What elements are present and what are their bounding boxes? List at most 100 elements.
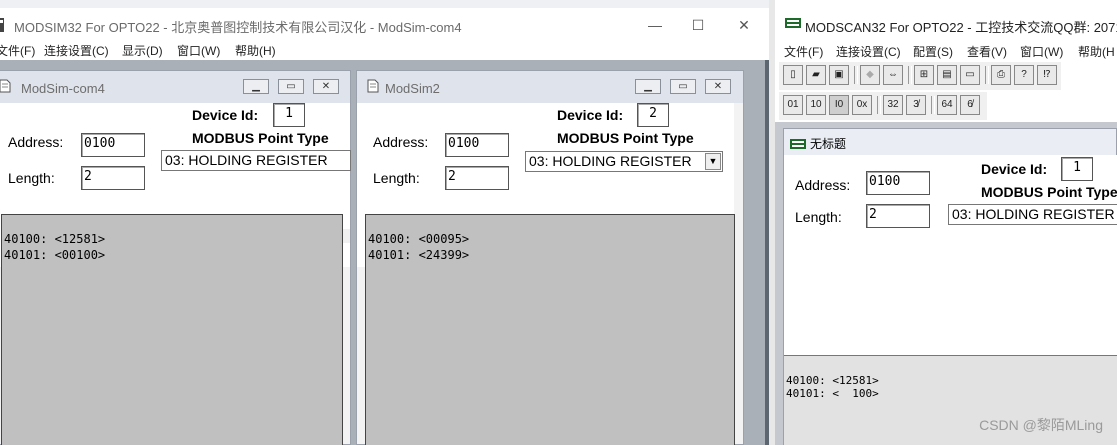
decimal-format-icon[interactable]: 10 bbox=[806, 95, 826, 115]
toolbar-separator bbox=[931, 96, 935, 114]
menu-file[interactable]: 文件(F) bbox=[0, 42, 35, 59]
title-bar[interactable]: MODSCAN32 For OPTO22 - 工控技术交流QQ群: 2071 bbox=[775, 12, 1117, 40]
window-icon[interactable]: ▭ bbox=[960, 65, 980, 85]
toolbar-main: ▯ ▰ ▣ ◆ ⇔ ⊞ ▤ ▭ ⎙ ? bbox=[779, 62, 1037, 90]
child-window-modsim-com4: ModSim-com4 ▁ ▭ ✕ Device Id: 1 MODBUS Po… bbox=[0, 70, 351, 445]
register-value[interactable]: 40101: < 100> bbox=[786, 387, 879, 400]
register-display[interactable]: 40100: <12581> 40101: <00100> bbox=[1, 214, 343, 445]
point-type-select[interactable]: 03: HOLDING REGISTER bbox=[161, 150, 351, 171]
toolbar-separator bbox=[908, 66, 912, 84]
document-icon bbox=[0, 79, 11, 93]
register-display[interactable]: 40100: <00095> 40101: <24399> bbox=[365, 214, 735, 445]
point-type-label: MODBUS Point Type bbox=[981, 184, 1117, 200]
modsim-main-window: MODSIM32 For OPTO22 - 北京奥普图控制技术有限公司汉化 - … bbox=[0, 0, 769, 445]
minimize-button[interactable]: — bbox=[641, 14, 669, 36]
toolbar-separator bbox=[877, 96, 881, 114]
length-field[interactable]: 2 bbox=[866, 204, 930, 228]
length-label: Length: bbox=[373, 170, 420, 186]
length-label: Length: bbox=[795, 209, 842, 225]
dropdown-arrow-icon[interactable]: ▼ bbox=[705, 153, 721, 170]
device-id-label: Device Id: bbox=[981, 161, 1048, 177]
toolbar-separator bbox=[985, 66, 989, 84]
menu-window[interactable]: 窗口(W) bbox=[177, 42, 220, 59]
toolbar-strip bbox=[0, 0, 769, 8]
window-title: MODSIM32 For OPTO22 - 北京奥普图控制技术有限公司汉化 - … bbox=[14, 20, 462, 35]
menu-help[interactable]: 帮助(H bbox=[1078, 43, 1115, 60]
device-id-field[interactable]: 1 bbox=[273, 103, 305, 127]
menu-config[interactable]: 配置(S) bbox=[913, 43, 953, 60]
child-maximize-button[interactable]: ▭ bbox=[278, 79, 304, 94]
point-type-select[interactable]: 03: HOLDING REGISTER ▼ bbox=[525, 151, 723, 172]
maximize-button[interactable]: ☐ bbox=[684, 14, 712, 36]
config-panel: Device Id: 1 MODBUS Point Type Address: … bbox=[784, 155, 1117, 355]
register-value[interactable]: 40101: <24399> bbox=[368, 247, 469, 263]
binary-format-icon[interactable]: 01 bbox=[783, 95, 803, 115]
address-label: Address: bbox=[373, 134, 429, 150]
register-value[interactable]: 40100: <00095> bbox=[368, 231, 469, 247]
child-title: ModSim2 bbox=[385, 81, 440, 96]
address-field[interactable]: 0100 bbox=[81, 133, 145, 157]
connect-icon[interactable]: ◆ bbox=[860, 65, 880, 85]
length-field[interactable]: 2 bbox=[445, 166, 509, 190]
float32-swap-format-icon[interactable]: 3̸ bbox=[906, 95, 926, 115]
menu-help[interactable]: 帮助(H) bbox=[235, 42, 276, 59]
child-title: ModSim-com4 bbox=[21, 81, 105, 96]
float64-format-icon[interactable]: 64 bbox=[937, 95, 957, 115]
child-maximize-button[interactable]: ▭ bbox=[670, 79, 696, 94]
print-icon[interactable]: ⎙ bbox=[991, 65, 1011, 85]
watermark: CSDN @黎陌MLing bbox=[979, 417, 1103, 433]
hex-format-icon[interactable]: 0x bbox=[852, 95, 872, 115]
context-help-icon[interactable]: ⁉ bbox=[1037, 65, 1057, 85]
register-value[interactable]: 40100: <12581> bbox=[4, 231, 105, 247]
menu-bar: 文件(F) 连接设置(C) 显示(D) 窗口(W) 帮助(H) bbox=[0, 40, 769, 60]
display-icon[interactable]: ▤ bbox=[937, 65, 957, 85]
toolbar-context-help: ⁉ bbox=[1035, 62, 1061, 90]
menu-file[interactable]: 文件(F) bbox=[784, 43, 823, 60]
address-field[interactable]: 0100 bbox=[445, 133, 509, 157]
length-label: Length: bbox=[8, 170, 55, 186]
child-close-button[interactable]: ✕ bbox=[313, 79, 339, 94]
disconnect-icon[interactable]: ⇔ bbox=[883, 65, 903, 85]
menu-display[interactable]: 显示(D) bbox=[122, 42, 163, 59]
address-field[interactable]: 0100 bbox=[866, 171, 930, 195]
integer-format-icon[interactable]: I0 bbox=[829, 95, 849, 115]
menu-connection[interactable]: 连接设置(C) bbox=[836, 43, 901, 60]
menu-view[interactable]: 查看(V) bbox=[967, 43, 1007, 60]
app-icon bbox=[0, 18, 4, 32]
document-window: 无标题 Device Id: 1 MODBUS Point Type Addre… bbox=[783, 128, 1117, 445]
device-id-field[interactable]: 2 bbox=[637, 103, 669, 127]
device-id-label: Device Id: bbox=[557, 107, 624, 123]
register-value[interactable]: 40100: <12581> bbox=[786, 374, 879, 387]
close-button[interactable]: ✕ bbox=[730, 14, 758, 36]
child-title-bar[interactable]: 无标题 bbox=[784, 129, 1117, 155]
window-border bbox=[765, 60, 769, 445]
point-type-select[interactable]: 03: HOLDING REGISTER bbox=[948, 204, 1117, 225]
app-icon bbox=[785, 18, 801, 28]
float64-swap-format-icon[interactable]: 6̸ bbox=[960, 95, 980, 115]
save-icon[interactable]: ▣ bbox=[829, 65, 849, 85]
modscan-window: MODSCAN32 For OPTO22 - 工控技术交流QQ群: 2071 文… bbox=[775, 0, 1117, 445]
point-type-label: MODBUS Point Type bbox=[557, 130, 694, 146]
app-icon bbox=[790, 139, 806, 149]
menu-connection[interactable]: 连接设置(C) bbox=[44, 42, 109, 59]
child-minimize-button[interactable]: ▁ bbox=[635, 79, 661, 94]
address-label: Address: bbox=[795, 177, 851, 193]
child-close-button[interactable]: ✕ bbox=[705, 79, 731, 94]
open-folder-icon[interactable]: ▰ bbox=[806, 65, 826, 85]
child-title-bar[interactable]: ModSim-com4 ▁ ▭ ✕ bbox=[0, 71, 350, 103]
new-file-icon[interactable]: ▯ bbox=[783, 65, 803, 85]
title-bar[interactable]: MODSIM32 For OPTO22 - 北京奥普图控制技术有限公司汉化 - … bbox=[0, 8, 769, 40]
menu-window[interactable]: 窗口(W) bbox=[1020, 43, 1063, 60]
network-icon[interactable]: ⊞ bbox=[914, 65, 934, 85]
register-value[interactable]: 40101: <00100> bbox=[4, 247, 105, 263]
child-window-modsim2: ModSim2 ▁ ▭ ✕ Device Id: 2 MODBUS Point … bbox=[356, 70, 744, 445]
toolbar-format: 01 10 I0 0x 32 3̸ 64 6̸ bbox=[779, 92, 987, 120]
child-title-bar[interactable]: ModSim2 ▁ ▭ ✕ bbox=[357, 71, 743, 103]
float32-format-icon[interactable]: 32 bbox=[883, 95, 903, 115]
help-icon[interactable]: ? bbox=[1014, 65, 1034, 85]
device-id-field[interactable]: 1 bbox=[1061, 157, 1093, 181]
length-field[interactable]: 2 bbox=[81, 166, 145, 190]
child-minimize-button[interactable]: ▁ bbox=[243, 79, 269, 94]
document-icon bbox=[367, 79, 379, 93]
point-type-label: MODBUS Point Type bbox=[192, 130, 329, 146]
